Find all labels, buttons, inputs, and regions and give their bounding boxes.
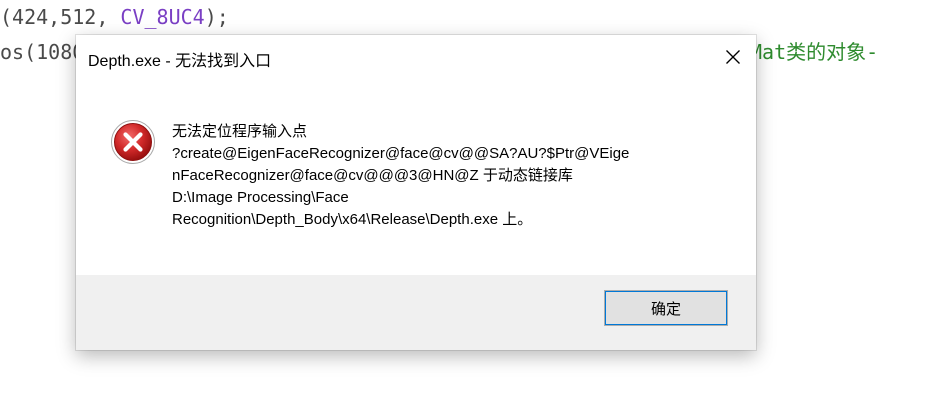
dialog-title-bar[interactable]: Depth.exe - 无法找到入口 <box>76 35 756 81</box>
ok-button[interactable]: 确定 <box>604 290 728 326</box>
message-line: D:\Image Processing\Face <box>172 189 349 206</box>
error-dialog: Depth.exe - 无法找到入口 无法定位程序输入点 ?create@Eig… <box>76 35 756 350</box>
close-button[interactable] <box>710 35 756 79</box>
code-text: (424,512, <box>0 5 121 29</box>
code-line-2: os(1080 <box>0 40 85 64</box>
error-message: 无法定位程序输入点 ?create@EigenFaceRecognizer@fa… <box>172 121 732 231</box>
close-icon <box>726 50 740 64</box>
dialog-content: 无法定位程序输入点 ?create@EigenFaceRecognizer@fa… <box>76 81 756 275</box>
message-line: Recognition\Depth_Body\x64\Release\Depth… <box>172 211 533 228</box>
dialog-footer: 确定 <box>76 275 756 350</box>
message-line: ?create@EigenFaceRecognizer@face@cv@@SA?… <box>172 145 630 162</box>
error-icon <box>110 119 156 165</box>
message-line: 无法定位程序输入点 <box>172 123 308 140</box>
code-keyword: CV_8UC4 <box>120 5 205 29</box>
code-line-1: (424,512, CV_8UC4); <box>0 5 229 29</box>
dialog-title: Depth.exe - 无法找到入口 <box>88 53 272 70</box>
code-text-suffix: ); <box>204 5 229 29</box>
message-line: nFaceRecognizer@face@cv@@@3@HN@Z 于动态链接库 <box>172 167 573 184</box>
